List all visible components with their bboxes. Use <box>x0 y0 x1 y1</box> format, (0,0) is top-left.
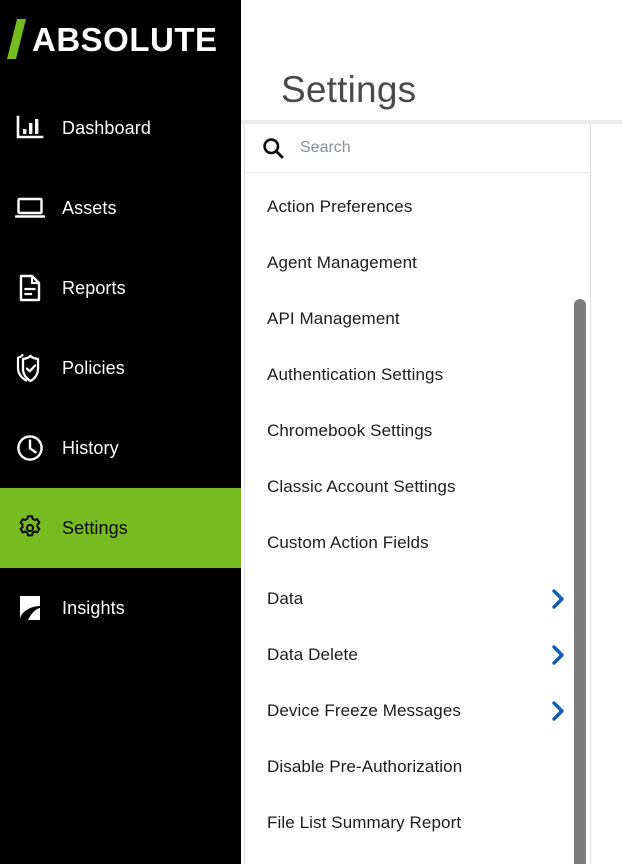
list-item[interactable]: Device Freeze Messages <box>245 683 590 739</box>
list-item-label: Disable Pre-Authorization <box>267 757 463 776</box>
sidebar-item-label: Insights <box>62 597 125 618</box>
sidebar-item-reports[interactable]: Reports <box>0 248 241 328</box>
search-icon <box>256 136 290 160</box>
sidebar-item-label: Reports <box>62 277 126 298</box>
list-item-label: Chromebook Settings <box>267 421 433 440</box>
settings-list: Action Preferences Agent Management API … <box>245 174 590 864</box>
list-item-label: Data Delete <box>267 645 358 664</box>
list-item[interactable]: Agent Management <box>245 235 590 291</box>
list-item[interactable]: Authentication Settings <box>245 347 590 403</box>
sidebar-item-settings[interactable]: Settings <box>0 488 241 568</box>
search-input[interactable] <box>290 139 590 157</box>
chevron-right-icon <box>549 644 567 666</box>
list-item[interactable]: Data <box>245 571 590 627</box>
settings-list-scrollbar[interactable] <box>574 299 586 864</box>
main-content: Settings Action Preferences Agent Mana <box>241 0 622 864</box>
settings-page: ABSOLUTE Dashboard Assets Reports Polici… <box>0 0 622 864</box>
list-item-label: Agent Management <box>267 253 417 272</box>
list-item[interactable]: Custom Action Fields <box>245 515 590 571</box>
list-item[interactable]: Disable Pre-Authorization <box>245 739 590 795</box>
bar-chart-icon <box>10 110 50 146</box>
sidebar-item-label: Policies <box>62 357 125 378</box>
list-item-label: Action Preferences <box>267 197 413 216</box>
list-item-label: API Management <box>267 309 400 328</box>
list-item-label: Data <box>267 589 304 608</box>
sidebar-item-label: Assets <box>62 197 117 218</box>
list-item-label: File List Summary Report <box>267 813 462 832</box>
sidebar-item-label: Settings <box>62 517 128 538</box>
document-icon <box>10 270 50 306</box>
list-item-label: Device Freeze Messages <box>267 701 461 720</box>
sidebar-nav: Dashboard Assets Reports Policies Histor… <box>0 88 241 648</box>
list-item[interactable]: API Management <box>245 291 590 347</box>
list-item[interactable]: Chromebook Settings <box>245 403 590 459</box>
slash-icon <box>8 19 30 59</box>
chevron-right-icon <box>549 588 567 610</box>
list-item[interactable]: Action Preferences <box>245 179 590 235</box>
brand-logo[interactable]: ABSOLUTE <box>0 0 241 78</box>
list-item-label: Authentication Settings <box>267 365 444 384</box>
shield-check-icon <box>10 350 50 386</box>
sidebar-item-assets[interactable]: Assets <box>0 168 241 248</box>
list-item-label: Custom Action Fields <box>267 533 429 552</box>
page-header: Settings <box>241 0 622 120</box>
brand-name: ABSOLUTE <box>32 20 218 58</box>
clock-icon <box>10 430 50 466</box>
list-item-label: Classic Account Settings <box>267 477 456 496</box>
search-bar[interactable] <box>245 124 590 173</box>
insights-logo-icon <box>10 590 50 626</box>
sidebar-item-insights[interactable]: Insights <box>0 568 241 648</box>
laptop-icon <box>10 190 50 226</box>
chevron-right-icon <box>549 700 567 722</box>
page-title: Settings <box>281 69 417 110</box>
sidebar-item-label: History <box>62 437 119 458</box>
list-item[interactable]: Classic Account Settings <box>245 459 590 515</box>
sidebar-item-policies[interactable]: Policies <box>0 328 241 408</box>
sidebar-item-label: Dashboard <box>62 117 151 138</box>
sidebar: ABSOLUTE Dashboard Assets Reports Polici… <box>0 0 241 864</box>
list-item[interactable]: File List Summary Report <box>245 795 590 851</box>
settings-panel: Action Preferences Agent Management API … <box>244 124 591 864</box>
scrollbar-thumb[interactable] <box>574 299 586 864</box>
gear-icon <box>10 510 50 546</box>
list-item[interactable]: Data Delete <box>245 627 590 683</box>
sidebar-item-history[interactable]: History <box>0 408 241 488</box>
sidebar-item-dashboard[interactable]: Dashboard <box>0 88 241 168</box>
